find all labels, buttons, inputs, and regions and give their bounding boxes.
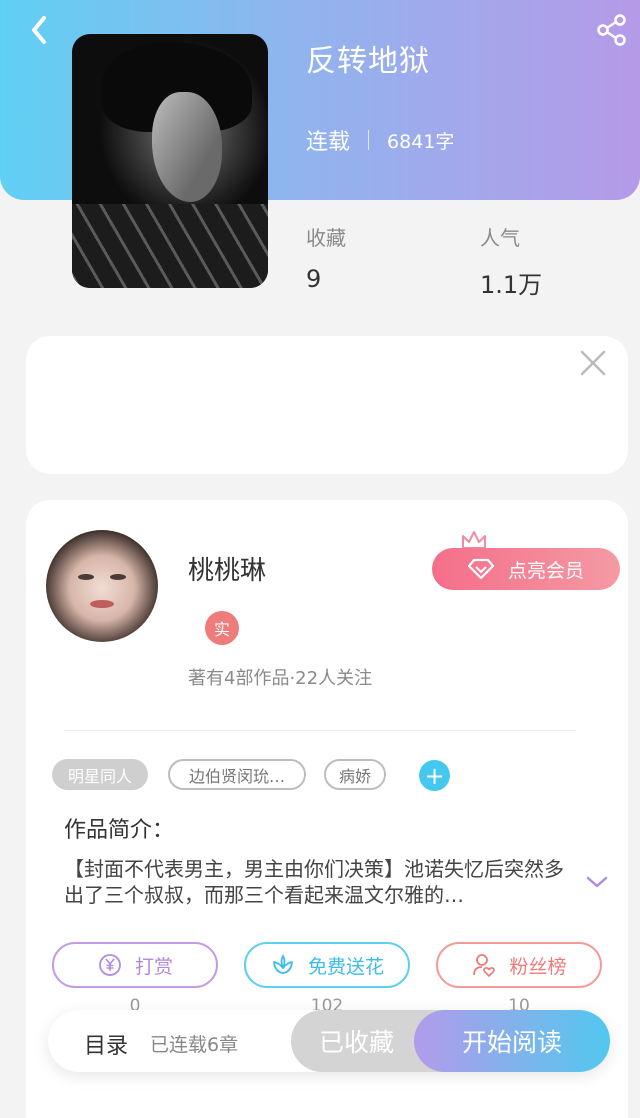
author-meta: 著有4部作品·22人关注 (188, 668, 373, 689)
reward-label: 打赏 (134, 955, 173, 978)
back-button[interactable] (22, 12, 58, 48)
ad-banner[interactable] (26, 336, 628, 474)
crown-icon (462, 531, 486, 549)
collected-label: 已收藏 (319, 1028, 395, 1057)
table-of-contents-button[interactable]: 目录 (84, 1028, 128, 1060)
start-reading-label: 开始阅读 (461, 1028, 562, 1057)
fans-ranking-button[interactable]: 粉丝榜 (436, 942, 602, 988)
vip-button-label: 点亮会员 (507, 559, 584, 582)
stat-favorites: 收藏 9 (306, 222, 346, 293)
stat-value: 1.1万 (480, 271, 543, 299)
chapter-count[interactable]: 已连载6章 (150, 1030, 238, 1057)
user-heart-icon (473, 954, 496, 978)
stat-value: 9 (306, 265, 322, 293)
avatar[interactable] (46, 530, 158, 642)
tag-1[interactable]: 明星同人 (52, 759, 148, 790)
divider (368, 130, 370, 150)
share-button[interactable] (594, 12, 630, 48)
synopsis-title: 作品简介： (64, 818, 175, 843)
tag-2[interactable]: 边伯贤闵玧… (168, 759, 306, 790)
send-flower-label: 免费送花 (307, 955, 384, 978)
verified-badge: 实 (205, 611, 239, 645)
stat-label: 收藏 (306, 226, 346, 250)
tag-3[interactable]: 病娇 (324, 759, 386, 790)
expand-synopsis-button[interactable] (584, 872, 610, 892)
flower-icon (273, 954, 293, 974)
vip-button[interactable]: 点亮会员 (432, 548, 620, 590)
divider (64, 730, 576, 731)
share-icon (597, 14, 626, 46)
book-title: 反转地狱 (306, 44, 430, 79)
fans-ranking-label: 粉丝榜 (509, 955, 567, 978)
stat-popularity: 人气 1.1万 (480, 222, 542, 300)
close-icon (580, 350, 606, 376)
book-status-row: 连载 6841字 (306, 124, 454, 156)
start-reading-button[interactable]: 开始阅读 (414, 1010, 610, 1072)
synopsis-text: 【封面不代表男主，男主由你们决策】池诺失忆后突然多出了三个叔叔，而那三个看起来温… (64, 857, 564, 907)
author-name[interactable]: 桃桃琳 (188, 550, 266, 587)
reward-button[interactable]: 打赏 (52, 942, 218, 988)
chevron-down-icon (586, 876, 608, 888)
add-tag-button[interactable]: + (419, 760, 450, 791)
send-flower-button[interactable]: 免费送花 (244, 942, 410, 988)
yen-coin-icon (99, 954, 121, 976)
close-ad-button[interactable] (578, 348, 608, 378)
word-count: 6841字 (387, 130, 455, 153)
book-cover[interactable] (72, 34, 268, 288)
serial-status: 连载 (306, 130, 351, 155)
stat-label: 人气 (480, 226, 520, 250)
diamond-icon (467, 558, 494, 580)
back-arrow-icon (32, 16, 46, 44)
